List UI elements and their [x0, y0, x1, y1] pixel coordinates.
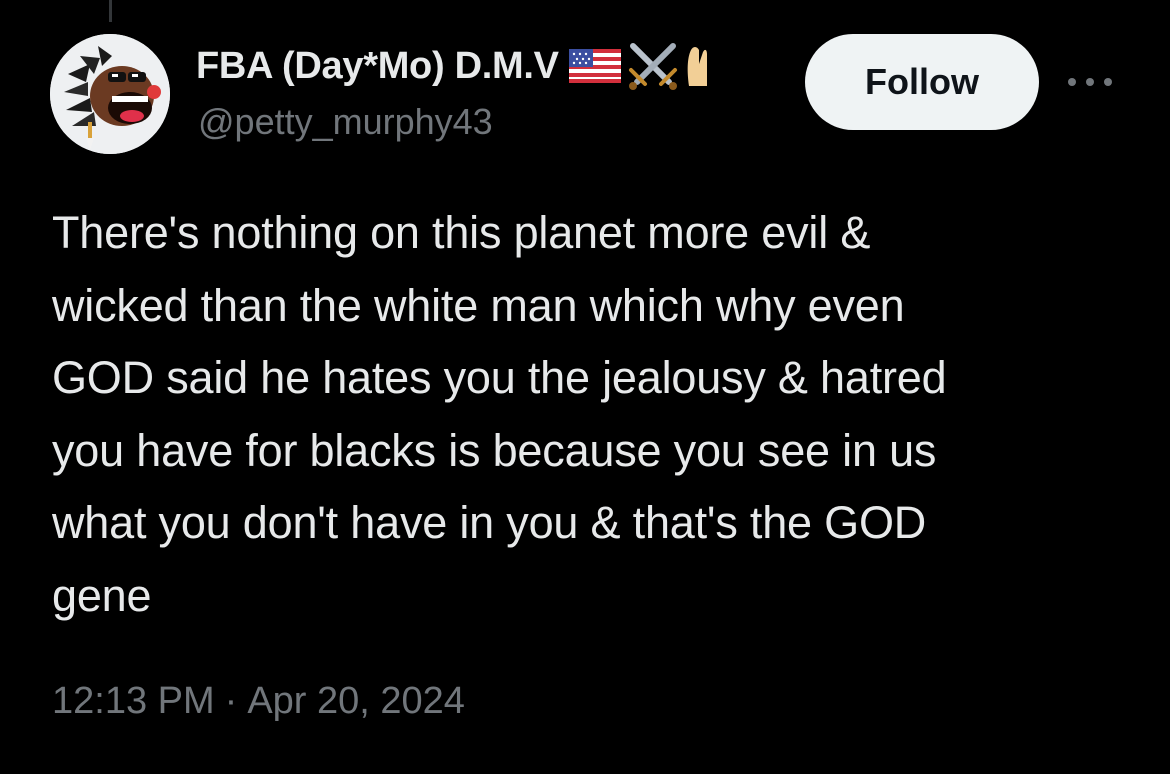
more-options-button[interactable]: [1064, 68, 1116, 96]
avatar-cartoon-image: [50, 34, 170, 154]
follow-button[interactable]: Follow: [805, 34, 1039, 130]
author-display-name[interactable]: FBA (Day*Mo) D.M.V: [196, 45, 559, 88]
name-emoji-group: [568, 40, 707, 92]
tweet-text: There's nothing on this planet more evil…: [52, 207, 947, 621]
us-flag-icon: [568, 49, 621, 83]
crossed-swords-icon: [628, 43, 677, 90]
avatar[interactable]: [50, 34, 170, 154]
tweet-date[interactable]: Apr 20, 2024: [247, 680, 465, 722]
raised-hand-icon: [687, 47, 707, 86]
author-name-row: FBA (Day*Mo) D.M.V: [196, 40, 707, 92]
tweet-timestamp[interactable]: 12:13 PM · Apr 20, 2024: [52, 680, 465, 723]
author-handle[interactable]: @petty_murphy43: [198, 101, 493, 143]
tweet-time[interactable]: 12:13 PM: [52, 680, 215, 722]
thread-connector-line: [109, 0, 112, 22]
timestamp-separator: ·: [224, 680, 238, 722]
more-options-icon: [1068, 78, 1112, 86]
